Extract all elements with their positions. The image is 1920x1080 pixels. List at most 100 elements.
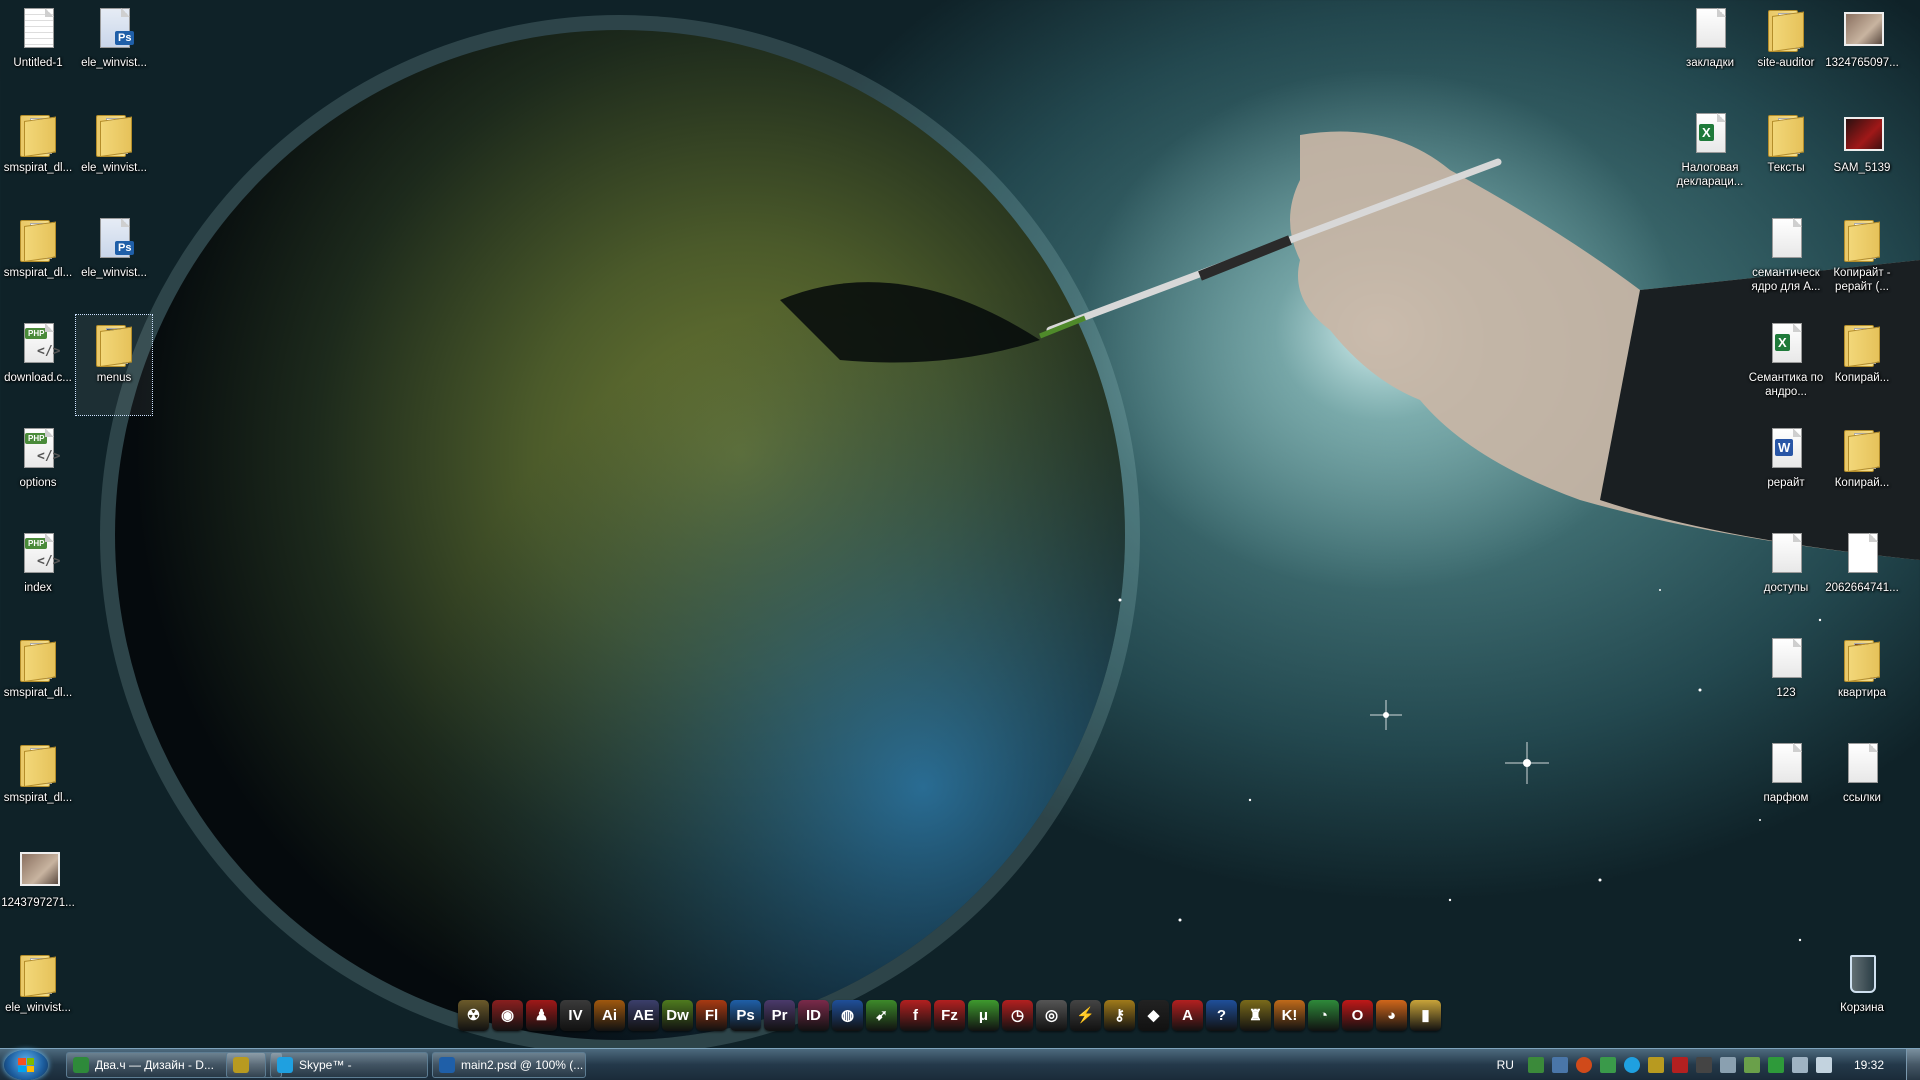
- taskbar-button-label: Два.ч — Дизайн - D...: [95, 1058, 214, 1072]
- firefox-icon[interactable]: ◕: [1376, 999, 1407, 1031]
- winamp-icon[interactable]: ⚡: [1070, 999, 1101, 1031]
- vk-tray-icon[interactable]: [1551, 1057, 1568, 1073]
- desktop-icon[interactable]: 123: [1748, 630, 1824, 730]
- app-tray-icon[interactable]: [1599, 1057, 1616, 1073]
- filezilla-icon[interactable]: Fz: [934, 999, 965, 1031]
- desktop-icon[interactable]: PHP </> options: [0, 420, 76, 520]
- desktop-icon[interactable]: парфюм: [1748, 735, 1824, 835]
- network-tray-icon[interactable]: [1527, 1057, 1544, 1073]
- help-icon[interactable]: ?: [1206, 999, 1237, 1031]
- acrobat-icon[interactable]: A: [1172, 999, 1203, 1031]
- volume-tray-icon[interactable]: [1815, 1057, 1832, 1073]
- folder-icon[interactable]: ▮: [1410, 999, 1441, 1031]
- robot-icon[interactable]: ♜: [1240, 999, 1271, 1031]
- clock-app-icon[interactable]: ◷: [1002, 999, 1033, 1031]
- acrobat-tray-icon[interactable]: [1671, 1057, 1688, 1073]
- desktop-icon[interactable]: Untitled-1: [0, 0, 76, 100]
- icon-glyph: PHP </>: [16, 319, 60, 367]
- show-desktop-button[interactable]: [1906, 1049, 1920, 1080]
- flash-icon[interactable]: Fl: [696, 999, 727, 1031]
- excel-file-icon: X: [1696, 113, 1726, 153]
- desktop-icon-label: 123: [1776, 687, 1796, 699]
- desktop-icon-label: закладки: [1685, 57, 1735, 69]
- desktop-icon[interactable]: smspirat_dl...: [0, 210, 76, 310]
- desktop-icon[interactable]: ссылки: [1824, 735, 1900, 835]
- key-icon[interactable]: ⚷: [1104, 999, 1135, 1031]
- desktop-icon[interactable]: Wрерайт: [1748, 420, 1824, 520]
- display-tray-icon[interactable]: [1791, 1057, 1808, 1073]
- desktop-icon[interactable]: ele_winvist...: [0, 945, 76, 1045]
- photoshop-file-icon: Ps: [100, 8, 135, 48]
- desktop-icon[interactable]: закладки: [1672, 0, 1748, 100]
- taskbar-button[interactable]: Skype™ -: [270, 1052, 428, 1078]
- desktop-icon[interactable]: Копирай...: [1824, 315, 1900, 415]
- indesign-icon[interactable]: ID: [798, 999, 829, 1031]
- red-app-icon[interactable]: ♟: [526, 999, 557, 1031]
- skype-tray-icon[interactable]: [1623, 1057, 1640, 1073]
- camera-icon[interactable]: ◉: [492, 999, 523, 1031]
- desktop-icon[interactable]: X Налоговая деклараци...: [1672, 105, 1748, 205]
- globe-icon[interactable]: ◍: [832, 999, 863, 1031]
- desktop-icon-label: smspirat_dl...: [3, 687, 73, 699]
- desktop-icon[interactable]: 1324765097...: [1824, 0, 1900, 100]
- premiere-icon[interactable]: Pr: [764, 999, 795, 1031]
- desktop-icon[interactable]: PHP </> index: [0, 525, 76, 625]
- disc-icon[interactable]: ◎: [1036, 999, 1067, 1031]
- clock[interactable]: 19:32: [1854, 1058, 1884, 1072]
- monitor-tray-icon[interactable]: [1695, 1057, 1712, 1073]
- desktop-icon[interactable]: smspirat_dl...: [0, 630, 76, 730]
- dreamweaver-icon[interactable]: Dw: [662, 999, 693, 1031]
- desktop-icon-label: доступы: [1763, 582, 1809, 594]
- chrome-icon[interactable]: ◔: [1308, 999, 1339, 1031]
- spreadsheet-file-icon: [24, 8, 54, 48]
- desktop-icon[interactable]: Корзина: [1824, 945, 1900, 1045]
- icon-glyph: [16, 739, 60, 787]
- language-indicator[interactable]: RU: [1497, 1058, 1514, 1072]
- start-button[interactable]: [4, 1050, 48, 1080]
- taskbar-button[interactable]: main2.psd @ 100% (...: [432, 1052, 586, 1078]
- batman-icon[interactable]: ◆: [1138, 999, 1169, 1031]
- radiation-icon[interactable]: ☢: [458, 999, 489, 1031]
- folder-icon: [20, 115, 56, 157]
- desktop-icon[interactable]: SAM_5139: [1824, 105, 1900, 205]
- desktop-icon[interactable]: site-auditor: [1748, 0, 1824, 100]
- icon-glyph: X: [1688, 109, 1732, 157]
- wifi-tray-icon[interactable]: [1743, 1057, 1760, 1073]
- opera-icon[interactable]: O: [1342, 999, 1373, 1031]
- desktop-icon[interactable]: доступы: [1748, 525, 1824, 625]
- desktop-icon[interactable]: квартира: [1824, 630, 1900, 730]
- iv-icon[interactable]: IV: [560, 999, 591, 1031]
- desktop-icon-label: smspirat_dl...: [3, 162, 73, 174]
- after-effects-icon[interactable]: AE: [628, 999, 659, 1031]
- shield-tray-icon[interactable]: [1767, 1057, 1784, 1073]
- desktop-icon[interactable]: Ps ele_winvist...: [76, 210, 152, 310]
- desktop-icon[interactable]: ele_winvist...: [76, 105, 152, 205]
- taskbar-button[interactable]: [226, 1052, 266, 1078]
- php-file-icon: PHP </>: [24, 323, 60, 363]
- desktop-icon-label: download.c...: [4, 372, 72, 384]
- desktop-icon[interactable]: PHP </> download.c...: [0, 315, 76, 415]
- desktop-icon[interactable]: menus: [75, 314, 153, 416]
- leaf-icon[interactable]: ➹: [866, 999, 897, 1031]
- desktop-icon[interactable]: Ps ele_winvist...: [76, 0, 152, 100]
- desktop-icon[interactable]: smspirat_dl...: [0, 735, 76, 835]
- excel-file-icon: X: [1772, 323, 1802, 363]
- flash-player-icon[interactable]: f: [900, 999, 931, 1031]
- desktop-icon[interactable]: Тексты: [1748, 105, 1824, 205]
- desktop-icon[interactable]: семантическ ядро для А...: [1748, 210, 1824, 310]
- desktop-icon-label: рерайт: [1767, 477, 1805, 489]
- photoshop-icon[interactable]: Ps: [730, 999, 761, 1031]
- icon-glyph: [1840, 4, 1884, 52]
- speaker-tray-icon[interactable]: [1719, 1057, 1736, 1073]
- desktop-icon[interactable]: 2062664741...: [1824, 525, 1900, 625]
- desktop-icon[interactable]: 1243797271...: [0, 840, 76, 940]
- utorrent-icon[interactable]: μ: [968, 999, 999, 1031]
- alert-tray-icon[interactable]: [1575, 1057, 1592, 1073]
- illustrator-icon[interactable]: Ai: [594, 999, 625, 1031]
- bug-tray-icon[interactable]: [1647, 1057, 1664, 1073]
- desktop-icon[interactable]: smspirat_dl...: [0, 105, 76, 205]
- desktop-icon[interactable]: Копирайт - рерайт (...: [1824, 210, 1900, 310]
- desktop-icon[interactable]: Копирай...: [1824, 420, 1900, 520]
- desktop-icon[interactable]: X Семантика по андро...: [1748, 315, 1824, 415]
- k-app-icon[interactable]: K!: [1274, 999, 1305, 1031]
